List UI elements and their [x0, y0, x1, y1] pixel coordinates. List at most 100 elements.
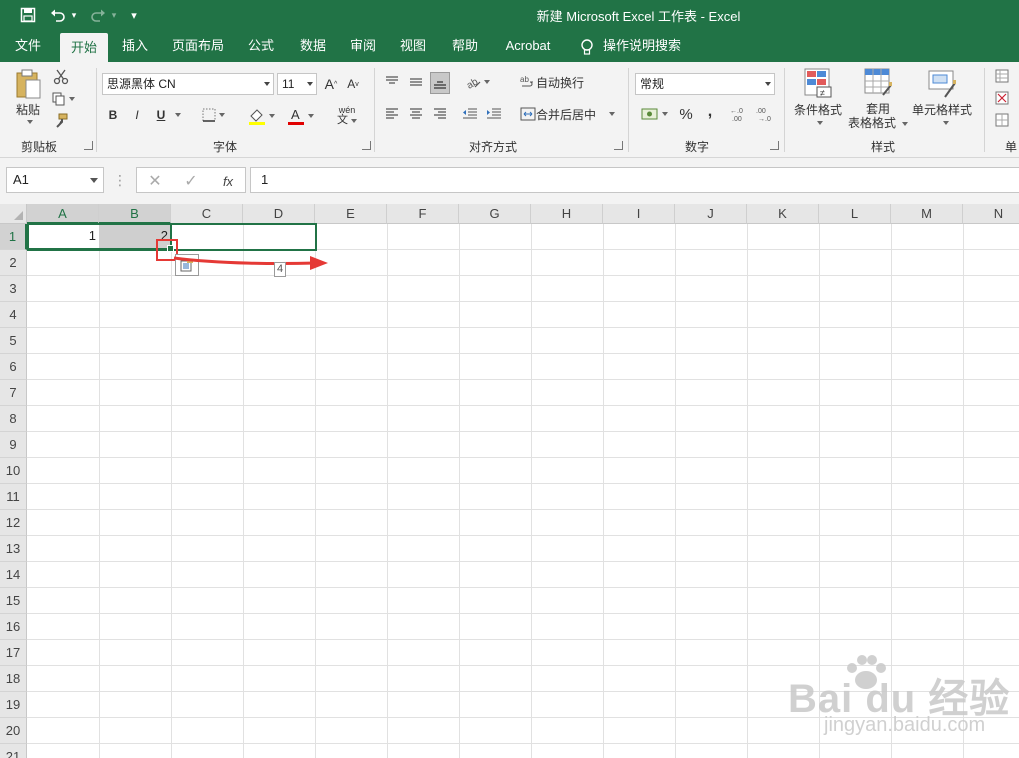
row-header[interactable]: 3	[0, 276, 27, 302]
font-name-select[interactable]: 思源黑体 CN	[102, 73, 274, 95]
copy-icon[interactable]	[50, 90, 76, 108]
worksheet-grid[interactable]: A B C D E F G H I J K L M N 1 2 3 4 5 6 …	[0, 204, 1019, 758]
row-header[interactable]: 20	[0, 718, 27, 744]
font-color-icon[interactable]: A	[282, 106, 318, 126]
tab-page-layout[interactable]: 页面布局	[166, 30, 230, 62]
column-header[interactable]: F	[387, 204, 459, 224]
column-header[interactable]: N	[963, 204, 1019, 224]
column-header[interactable]: C	[171, 204, 243, 224]
row-header[interactable]: 16	[0, 614, 27, 640]
conditional-formatting-dropdown[interactable]	[810, 117, 826, 129]
tab-data[interactable]: 数据	[292, 30, 334, 62]
orientation-icon[interactable]: ab	[460, 72, 494, 92]
tab-view[interactable]: 视图	[392, 30, 434, 62]
row-header[interactable]: 9	[0, 432, 27, 458]
cancel-icon[interactable]: ✕	[145, 171, 165, 191]
increase-decimal-icon[interactable]: ←.0.00	[728, 104, 750, 124]
column-header[interactable]: B	[99, 204, 171, 224]
decrease-indent-icon[interactable]	[460, 104, 480, 124]
column-header[interactable]: D	[243, 204, 315, 224]
tab-review[interactable]: 审阅	[342, 30, 384, 62]
merge-center-icon[interactable]	[518, 104, 538, 124]
column-header[interactable]: K	[747, 204, 819, 224]
underline-button[interactable]: U	[152, 106, 170, 124]
tab-file[interactable]: 文件	[6, 30, 50, 62]
align-center-icon[interactable]	[406, 104, 426, 124]
delete-cells-icon[interactable]	[994, 90, 1010, 106]
wrap-text-button[interactable]: 自动换行	[536, 73, 588, 91]
tab-home[interactable]: 开始	[60, 33, 108, 62]
select-all-button[interactable]	[0, 204, 27, 224]
paste-dropdown[interactable]	[20, 116, 36, 128]
clipboard-icon[interactable]	[12, 66, 46, 102]
cut-icon[interactable]	[52, 68, 70, 86]
fill-color-icon[interactable]	[244, 106, 278, 126]
font-launcher-icon[interactable]	[362, 141, 371, 150]
format-as-table-line1[interactable]: 套用	[850, 102, 906, 116]
align-right-icon[interactable]	[430, 104, 450, 124]
column-header[interactable]: A	[27, 204, 99, 224]
column-header[interactable]: G	[459, 204, 531, 224]
font-size-select[interactable]: 11	[277, 73, 317, 95]
alignment-launcher-icon[interactable]	[614, 141, 623, 150]
row-header[interactable]: 15	[0, 588, 27, 614]
row-header[interactable]: 10	[0, 458, 27, 484]
row-header[interactable]: 1	[0, 224, 27, 250]
merge-center-button[interactable]: 合并后居中	[536, 105, 600, 123]
row-header[interactable]: 17	[0, 640, 27, 666]
underline-dropdown[interactable]	[170, 108, 182, 122]
row-header[interactable]: 4	[0, 302, 27, 328]
number-format-select[interactable]: 常规	[635, 73, 775, 95]
italic-button[interactable]: I	[128, 106, 146, 124]
formula-input[interactable]: 1	[250, 167, 1019, 193]
conditional-formatting-button[interactable]: 条件格式	[790, 102, 846, 118]
row-header[interactable]: 18	[0, 666, 27, 692]
row-header[interactable]: 5	[0, 328, 27, 354]
format-cells-icon[interactable]	[994, 112, 1010, 128]
borders-icon[interactable]	[196, 106, 230, 124]
row-header[interactable]: 8	[0, 406, 27, 432]
column-header[interactable]: E	[315, 204, 387, 224]
cell-styles-dropdown[interactable]	[936, 117, 952, 129]
wrap-text-icon[interactable]: ab	[518, 72, 538, 92]
increase-font-size-icon[interactable]: A ^	[322, 75, 340, 93]
row-header[interactable]: 19	[0, 692, 27, 718]
format-painter-icon[interactable]	[52, 112, 70, 130]
name-box[interactable]: A1	[6, 167, 104, 193]
column-header[interactable]: M	[891, 204, 963, 224]
row-header[interactable]: 14	[0, 562, 27, 588]
increase-indent-icon[interactable]	[484, 104, 504, 124]
bold-button[interactable]: B	[104, 106, 122, 124]
fill-handle[interactable]	[167, 245, 174, 252]
align-middle-icon[interactable]	[406, 72, 426, 92]
row-header[interactable]: 2	[0, 250, 27, 276]
accounting-format-icon[interactable]	[636, 104, 672, 124]
column-header[interactable]: H	[531, 204, 603, 224]
align-left-icon[interactable]	[382, 104, 402, 124]
conditional-formatting-icon[interactable]: ≠	[802, 66, 834, 100]
column-header[interactable]: J	[675, 204, 747, 224]
row-header[interactable]: 13	[0, 536, 27, 562]
tab-help[interactable]: 帮助	[444, 30, 486, 62]
percent-button[interactable]: %	[676, 104, 696, 124]
align-top-icon[interactable]	[382, 72, 402, 92]
row-header[interactable]: 7	[0, 380, 27, 406]
decrease-decimal-icon[interactable]: .00 →.0	[754, 104, 776, 124]
row-header[interactable]: 12	[0, 510, 27, 536]
number-launcher-icon[interactable]	[770, 141, 779, 150]
tab-acrobat[interactable]: Acrobat	[498, 30, 558, 62]
format-as-table-button[interactable]: 表格格式	[844, 116, 900, 130]
phonetic-guide-icon[interactable]: wén 文	[330, 104, 364, 126]
column-header[interactable]: L	[819, 204, 891, 224]
merge-center-dropdown[interactable]	[604, 107, 616, 121]
comma-style-button[interactable]: ,	[700, 102, 720, 122]
format-as-table-dropdown[interactable]	[898, 118, 908, 130]
insert-cells-icon[interactable]	[994, 68, 1010, 84]
row-header[interactable]: 21	[0, 744, 27, 758]
enter-icon[interactable]: ✓	[181, 171, 201, 191]
tab-insert[interactable]: 插入	[114, 30, 156, 62]
cell-styles-icon[interactable]	[926, 66, 958, 100]
decrease-font-size-icon[interactable]: Av	[344, 75, 362, 93]
tab-formulas[interactable]: 公式	[240, 30, 282, 62]
align-bottom-icon[interactable]	[430, 72, 450, 94]
